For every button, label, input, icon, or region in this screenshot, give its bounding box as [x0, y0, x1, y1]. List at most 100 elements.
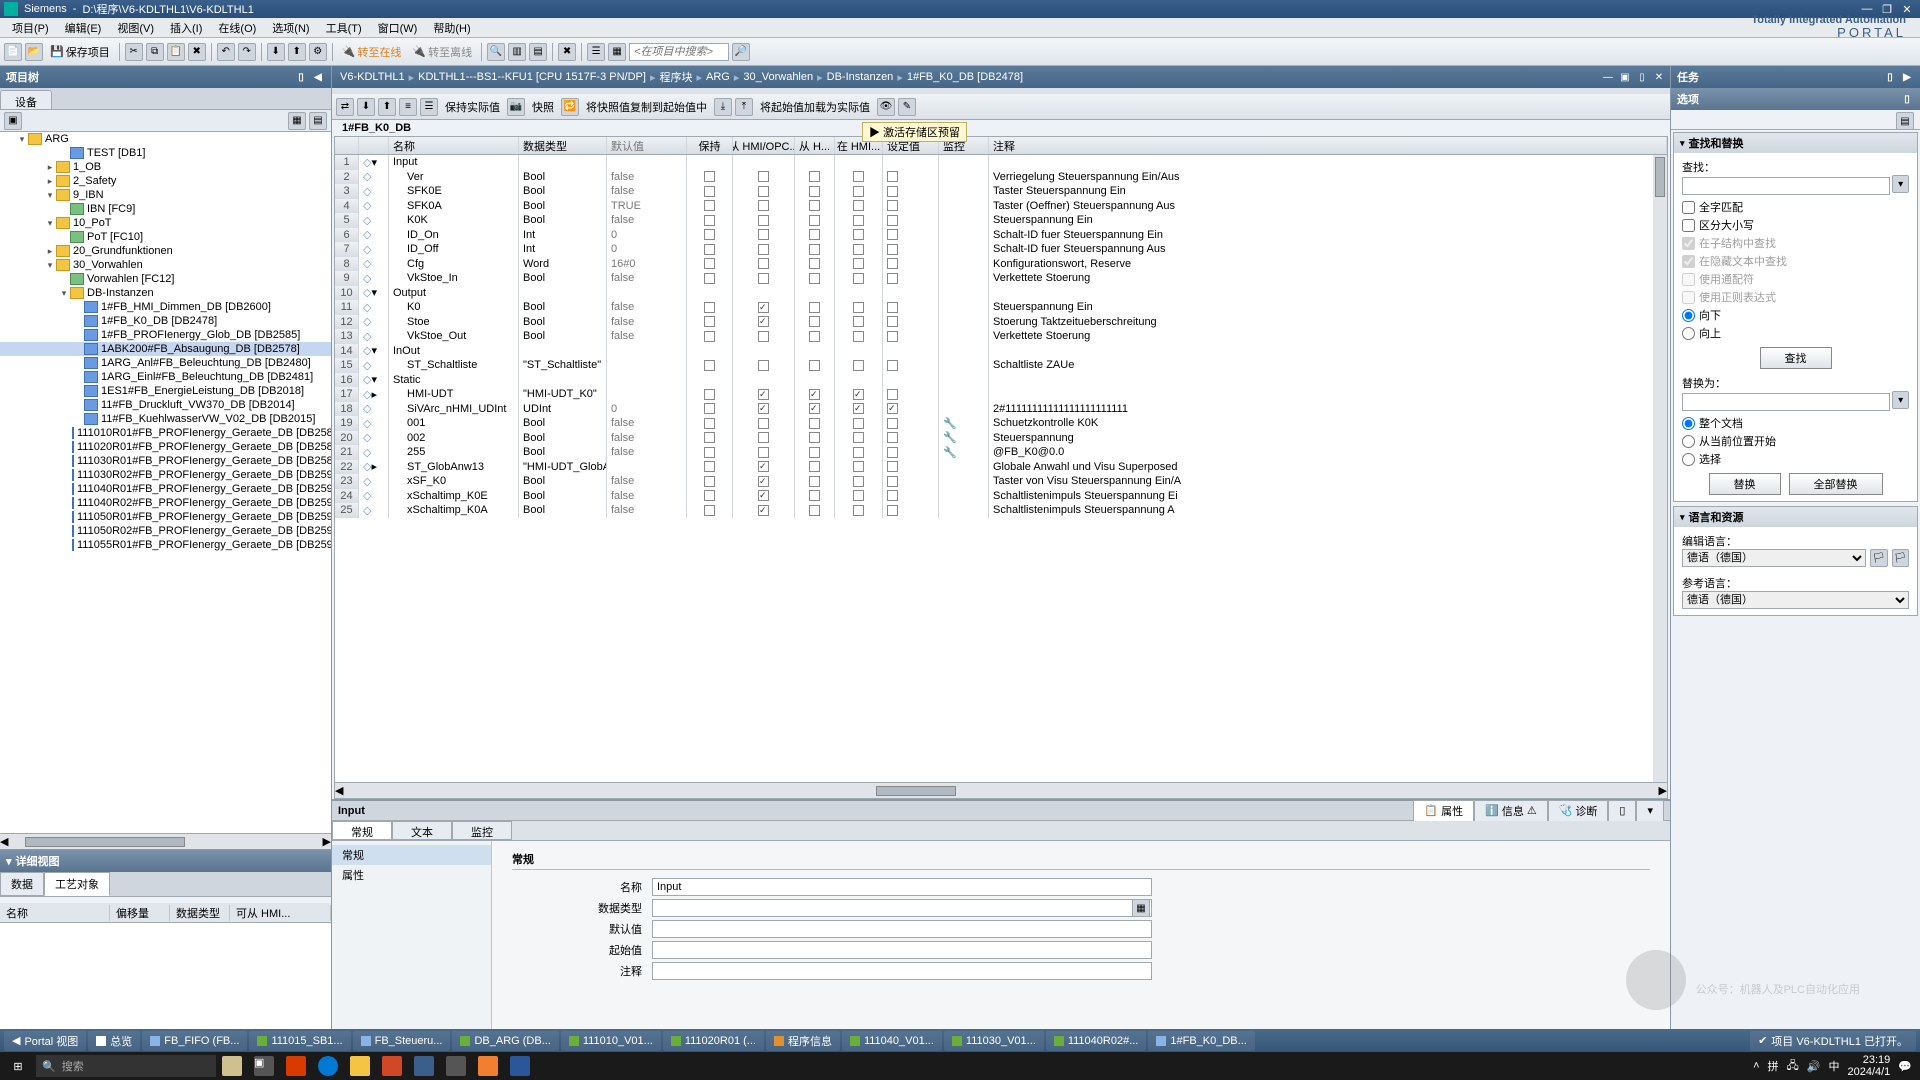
- tray-notif-icon[interactable]: 💬: [1898, 1060, 1912, 1073]
- tb-ic4[interactable]: ≡: [399, 98, 417, 116]
- db-variable-grid[interactable]: 名称数据类型默认值保持从 HMI/OPC...从 H...在 HMI...设定值…: [334, 136, 1668, 799]
- ref-lang-select[interactable]: 德语（德国）: [1682, 591, 1909, 609]
- status-tab[interactable]: 111020R01 (...: [663, 1031, 764, 1051]
- tree-node[interactable]: 111020R01#FB_PROFIenergy_Geraete_DB [DB2…: [0, 440, 331, 454]
- status-tab[interactable]: 111010_V01...: [561, 1031, 661, 1051]
- menu-item[interactable]: 选项(N): [264, 20, 317, 36]
- grid-row[interactable]: 13◇ VkStoe_OutBoolfalseVerkettete Stoeru…: [335, 329, 1667, 344]
- tree-node-root[interactable]: ▾ARG: [0, 132, 331, 146]
- crumb[interactable]: 30_Vorwahlen: [739, 71, 817, 83]
- status-tab[interactable]: FB_Steueru...: [353, 1031, 451, 1051]
- menu-item[interactable]: 工具(T): [318, 20, 370, 36]
- lang-flag1-icon[interactable]: 🏳: [1870, 549, 1887, 567]
- tray-net-icon[interactable]: 🖧: [1787, 1057, 1799, 1076]
- prop-dtype-input[interactable]: [652, 899, 1152, 917]
- menu-item[interactable]: 在线(O): [210, 20, 264, 36]
- search-project-icon[interactable]: 🔍: [487, 43, 505, 61]
- replace-dd-icon[interactable]: ▾: [1892, 391, 1909, 409]
- editor-expand-icon[interactable]: ▣: [1618, 70, 1632, 84]
- status-tab[interactable]: 111030_V01...: [944, 1031, 1044, 1051]
- collapse-left-icon[interactable]: ▯: [294, 70, 308, 84]
- pin-icon[interactable]: ◀: [311, 70, 325, 84]
- grid-row[interactable]: 5◇ K0KBoolfalseSteuerspannung Ein: [335, 213, 1667, 228]
- tree-node[interactable]: 1ARG_Anl#FB_Beleuchtung_DB [DB2480]: [0, 356, 331, 370]
- grid-row[interactable]: 23◇ xSF_K0BoolfalseTaster von Visu Steue…: [335, 474, 1667, 489]
- tab-info[interactable]: ℹ️ 信息 ⚠: [1474, 800, 1548, 822]
- load-start-button[interactable]: 将起始值加载为实际值: [756, 99, 874, 115]
- status-tab[interactable]: 总览: [88, 1031, 140, 1051]
- grid-row[interactable]: 9◇ VkStoe_InBoolfalseVerkettete Stoerung: [335, 271, 1667, 286]
- edit-lang-select[interactable]: 德语（德国）: [1682, 549, 1866, 567]
- compile-icon[interactable]: ⚙: [309, 43, 327, 61]
- menu-item[interactable]: 编辑(E): [57, 20, 110, 36]
- tree-node[interactable]: 1ES1#FB_EnergieLeistung_DB [DB2018]: [0, 384, 331, 398]
- tb-ic1[interactable]: ⇄: [336, 98, 354, 116]
- app-edge[interactable]: [312, 1052, 344, 1080]
- taskbar-search[interactable]: 🔍 搜索: [36, 1055, 216, 1077]
- dtype-picker-icon[interactable]: ▦: [1132, 899, 1150, 917]
- dir-down-radio[interactable]: [1682, 309, 1695, 322]
- tree-node[interactable]: 1#FB_K0_DB [DB2478]: [0, 314, 331, 328]
- app-taskview[interactable]: ▣: [248, 1052, 280, 1080]
- crumb[interactable]: KDLTHL1---BS1--KFU1 [CPU 1517F-3 PN/DP]: [414, 71, 650, 83]
- devices-tab[interactable]: 设备: [0, 90, 52, 109]
- prop-default-input[interactable]: [652, 920, 1152, 938]
- grid-row[interactable]: 25◇ xSchaltimp_K0ABoolfalseSchaltlisteni…: [335, 503, 1667, 518]
- app-tia[interactable]: [408, 1052, 440, 1080]
- tree-node[interactable]: ▸2_Safety: [0, 174, 331, 188]
- grid-row[interactable]: 20◇ 002Boolfalse🔧Steuerspannung: [335, 431, 1667, 446]
- app-office[interactable]: [280, 1052, 312, 1080]
- tree-node[interactable]: ▾10_PoT: [0, 216, 331, 230]
- menu-item[interactable]: 插入(I): [162, 20, 210, 36]
- project-tree[interactable]: ▾ARGTEST [DB1]▸1_OB▸2_Safety▾9_IBNIBN [F…: [0, 132, 331, 833]
- crumb[interactable]: 程序块: [655, 69, 696, 85]
- col-header[interactable]: 注释: [989, 137, 1667, 154]
- status-tab[interactable]: DB_ARG (DB...: [452, 1031, 558, 1051]
- nav-general[interactable]: 常规: [332, 845, 491, 865]
- find-button[interactable]: 查找: [1760, 347, 1832, 369]
- load-start-icon2[interactable]: ⤒: [735, 98, 753, 116]
- tree-node[interactable]: 111040R02#FB_PROFIenergy_Geraete_DB [DB2…: [0, 496, 331, 510]
- lang-res-header[interactable]: ▾语言和资源: [1674, 507, 1917, 527]
- tab-data[interactable]: 数据: [0, 872, 44, 896]
- find-input[interactable]: [1682, 177, 1890, 195]
- props-collapse-icon[interactable]: ▯: [1608, 800, 1636, 822]
- col-header[interactable]: 默认值: [607, 137, 687, 154]
- prop-start-input[interactable]: [652, 941, 1152, 959]
- menu-item[interactable]: 窗口(W): [370, 20, 426, 36]
- replace-input[interactable]: [1682, 393, 1890, 411]
- tree-node[interactable]: ▸20_Grundfunktionen: [0, 244, 331, 258]
- search-go-icon[interactable]: 🔎: [732, 43, 750, 61]
- close-all-icon[interactable]: ✖: [558, 43, 576, 61]
- grid-row[interactable]: 6◇ ID_OnInt0Schalt-ID fuer Steuerspannun…: [335, 228, 1667, 243]
- grid-row[interactable]: 21◇ 255Boolfalse🔧@FB_K0@0.0: [335, 445, 1667, 460]
- modify-icon[interactable]: ✎: [898, 98, 916, 116]
- start-button[interactable]: ⊞: [0, 1060, 36, 1073]
- tree-node[interactable]: 1ARG_Einl#FB_Beleuchtung_DB [DB2481]: [0, 370, 331, 384]
- tray-clock[interactable]: 23:192024/4/1: [1847, 1054, 1890, 1078]
- copy-snap-icon[interactable]: 🔁: [561, 98, 579, 116]
- status-tab[interactable]: 111015_SB1...: [249, 1031, 350, 1051]
- tb-ic2[interactable]: ⬇: [357, 98, 375, 116]
- tree-node[interactable]: 11#FB_Druckluft_VW370_DB [DB2014]: [0, 398, 331, 412]
- load-start-icon1[interactable]: ⤓: [714, 98, 732, 116]
- status-tab[interactable]: 程序信息: [766, 1031, 840, 1051]
- grid-row[interactable]: 7◇ ID_OffInt0Schalt-ID fuer Steuerspannu…: [335, 242, 1667, 257]
- monitor-icon[interactable]: 👁: [877, 98, 895, 116]
- tree-node[interactable]: 111030R02#FB_PROFIenergy_Geraete_DB [DB2…: [0, 468, 331, 482]
- project-search-input[interactable]: [629, 43, 729, 61]
- editor-close-icon[interactable]: ✕: [1652, 70, 1666, 84]
- portal-view-button[interactable]: ◀ Portal 视图: [4, 1031, 86, 1051]
- tab-diag[interactable]: 🩺 诊断: [1548, 800, 1609, 822]
- editor-min-icon[interactable]: —: [1601, 70, 1615, 84]
- editor-split-icon[interactable]: ▯: [1635, 70, 1649, 84]
- grid-vscroll[interactable]: [1653, 155, 1667, 782]
- paste-icon[interactable]: 📋: [167, 43, 185, 61]
- scope-sel-radio[interactable]: [1682, 453, 1695, 466]
- grid-row[interactable]: 17◇ ▸HMI-UDT"HMI-UDT_K0": [335, 387, 1667, 402]
- grid-row[interactable]: 14◇ ▾InOut: [335, 344, 1667, 359]
- replace-button[interactable]: 替换: [1709, 473, 1781, 495]
- scope-pos-radio[interactable]: [1682, 435, 1695, 448]
- tasks-pin-icon[interactable]: ▯: [1883, 70, 1897, 84]
- tile-h-icon[interactable]: ▥: [508, 43, 526, 61]
